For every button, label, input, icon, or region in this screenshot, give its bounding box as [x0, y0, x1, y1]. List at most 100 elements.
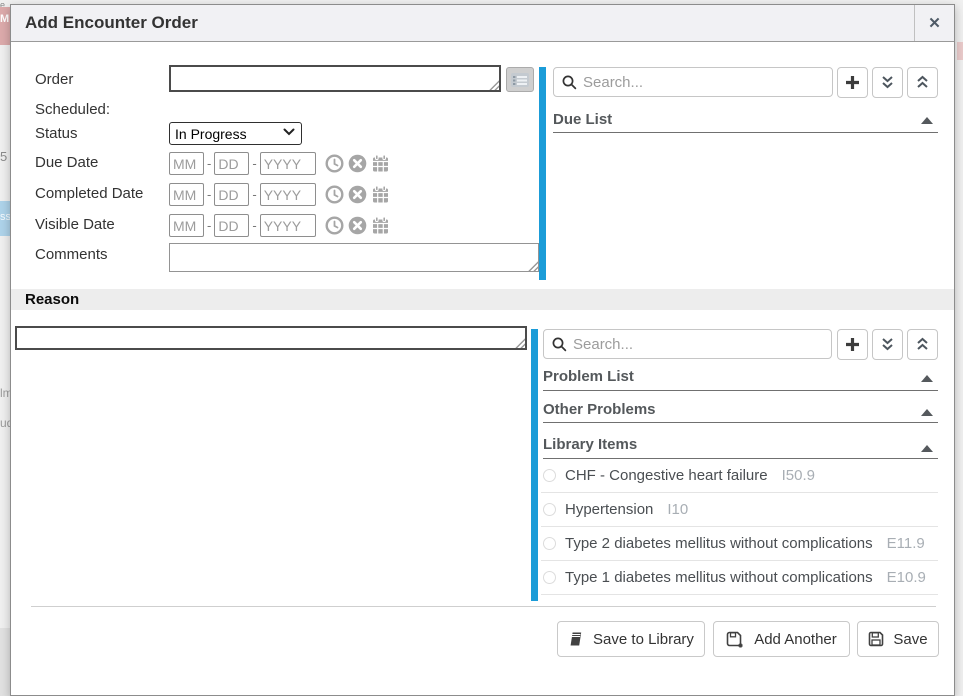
bg-fragment-text: ud — [0, 416, 10, 430]
reason-section-bar: Reason — [11, 289, 954, 310]
radio-button[interactable] — [543, 469, 556, 482]
footer-divider — [31, 606, 936, 607]
bg-fragment-gray-block — [0, 628, 10, 696]
section-header-due-list[interactable]: Due List — [553, 106, 938, 133]
scheduled-label: Scheduled: — [35, 101, 110, 118]
completed-date-year-input[interactable] — [260, 183, 316, 206]
date-separator: - — [252, 156, 256, 171]
reason-add-button[interactable] — [837, 329, 868, 360]
dialog-title: Add Encounter Order — [25, 5, 198, 41]
reason-search-input[interactable] — [573, 336, 823, 353]
date-separator: - — [207, 156, 211, 171]
reason-input[interactable] — [17, 328, 525, 348]
visible-date-month-input[interactable] — [169, 214, 204, 237]
bg-fragment-number: 5 — [0, 149, 10, 165]
double-chevron-up-icon — [915, 75, 930, 90]
radio-button[interactable] — [543, 503, 556, 516]
list-item[interactable]: Type 1 diabetes mellitus without complic… — [541, 561, 938, 595]
due-search-input[interactable] — [583, 74, 824, 91]
button-label: Save to Library — [593, 631, 694, 648]
visible-date-day-input[interactable] — [214, 214, 249, 237]
due-panel-accent-bar — [539, 67, 546, 280]
bg-fragment-text: lm — [0, 386, 10, 400]
list-item[interactable]: CHF - Congestive heart failure I50.9 — [541, 459, 938, 493]
date-separator: - — [207, 187, 211, 202]
add-encounter-order-dialog: Add Encounter Order ✕ Order Scheduled: S… — [10, 4, 955, 696]
date-separator: - — [252, 187, 256, 202]
item-code: E11.9 — [887, 535, 925, 552]
clock-icon[interactable] — [325, 154, 344, 173]
due-search-box — [553, 67, 833, 97]
reason-input-wrap — [15, 326, 527, 350]
list-icon — [510, 72, 530, 88]
double-chevron-down-icon — [880, 75, 895, 90]
close-icon: ✕ — [928, 15, 941, 32]
date-separator: - — [252, 218, 256, 233]
section-label: Due List — [553, 106, 612, 133]
radio-button[interactable] — [543, 571, 556, 584]
calendar-icon[interactable] — [371, 185, 390, 204]
item-code: E10.9 — [887, 569, 926, 586]
dialog-header: Add Encounter Order ✕ — [11, 5, 954, 42]
add-another-button[interactable]: Add Another — [713, 621, 850, 657]
search-icon — [552, 337, 567, 352]
visible-date-label: Visible Date — [35, 216, 115, 233]
library-items-list: CHF - Congestive heart failure I50.9 Hyp… — [541, 459, 938, 595]
section-label: Problem List — [543, 360, 634, 394]
completed-date-day-input[interactable] — [214, 183, 249, 206]
caret-up-icon — [921, 117, 933, 124]
save-icon — [868, 631, 884, 647]
status-label: Status — [35, 125, 78, 142]
clear-date-icon[interactable] — [348, 154, 367, 173]
reason-expand-all-button[interactable] — [872, 329, 903, 360]
save-button[interactable]: Save — [857, 621, 939, 657]
section-header-other-problems[interactable]: Other Problems — [543, 391, 938, 423]
calendar-icon[interactable] — [371, 154, 390, 173]
reason-panel-accent-bar — [531, 329, 538, 601]
clock-icon[interactable] — [325, 185, 344, 204]
section-header-problem-list[interactable]: Problem List — [543, 360, 938, 391]
clock-icon[interactable] — [325, 216, 344, 235]
caret-up-icon — [921, 445, 933, 452]
save-to-library-button[interactable]: Save to Library — [557, 621, 705, 657]
bg-fragment-pink-block: M — [0, 7, 10, 45]
plus-icon — [845, 337, 860, 352]
item-code: I50.9 — [782, 467, 815, 484]
radio-button[interactable] — [543, 537, 556, 550]
due-add-button[interactable] — [837, 67, 868, 98]
visible-date-row: - - — [169, 214, 390, 237]
list-item[interactable]: Type 2 diabetes mellitus without complic… — [541, 527, 938, 561]
caret-up-icon — [921, 409, 933, 416]
due-collapse-all-button[interactable] — [907, 67, 938, 98]
clear-date-icon[interactable] — [348, 216, 367, 235]
double-chevron-up-icon — [915, 337, 930, 352]
order-input[interactable] — [171, 67, 499, 90]
caret-up-icon — [921, 375, 933, 382]
due-date-year-input[interactable] — [260, 152, 316, 175]
button-label: Save — [893, 631, 927, 648]
due-date-month-input[interactable] — [169, 152, 204, 175]
comments-label: Comments — [35, 246, 108, 263]
due-expand-all-button[interactable] — [872, 67, 903, 98]
completed-date-month-input[interactable] — [169, 183, 204, 206]
reason-search-box — [543, 329, 832, 359]
clear-date-icon[interactable] — [348, 185, 367, 204]
visible-date-year-input[interactable] — [260, 214, 316, 237]
order-label: Order — [35, 71, 73, 88]
item-code: I10 — [667, 501, 688, 518]
search-icon — [562, 75, 577, 90]
order-input-wrap — [169, 65, 501, 92]
status-select[interactable]: In Progress — [169, 122, 302, 145]
close-button[interactable]: ✕ — [914, 5, 954, 41]
list-item[interactable]: Hypertension I10 — [541, 493, 938, 527]
plus-icon — [845, 75, 860, 90]
completed-date-row: - - — [169, 183, 390, 206]
comments-input[interactable] — [170, 244, 538, 271]
reason-collapse-all-button[interactable] — [907, 329, 938, 360]
section-header-library-items[interactable]: Library Items — [543, 423, 938, 459]
calendar-icon[interactable] — [371, 216, 390, 235]
book-icon — [568, 631, 584, 647]
order-lookup-button[interactable] — [506, 67, 534, 92]
bg-fragment-right — [957, 42, 963, 60]
due-date-day-input[interactable] — [214, 152, 249, 175]
